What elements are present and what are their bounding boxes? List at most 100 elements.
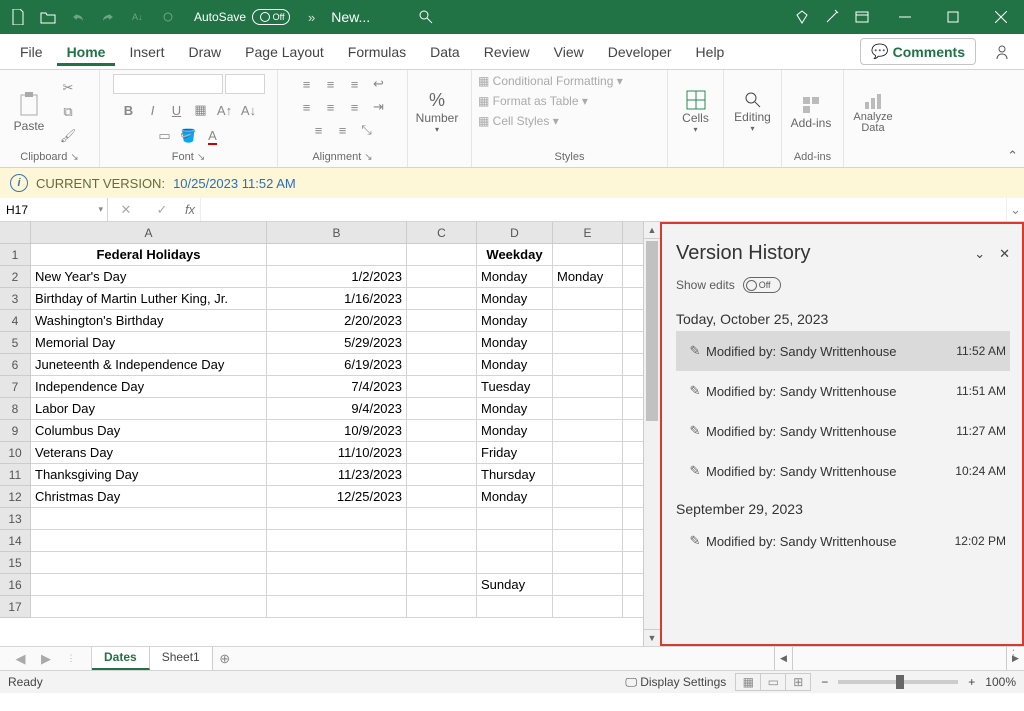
cell[interactable]: [267, 530, 407, 552]
column-header-C[interactable]: C: [407, 222, 477, 244]
row-header[interactable]: 1: [0, 244, 31, 266]
table-row[interactable]: 8Labor Day9/4/2023Monday: [0, 398, 660, 420]
table-row[interactable]: 6Juneteenth & Independence Day6/19/2023M…: [0, 354, 660, 376]
new-sheet-button[interactable]: ⊕: [213, 647, 237, 670]
cell[interactable]: [407, 354, 477, 376]
cell[interactable]: [553, 442, 623, 464]
table-row[interactable]: 12Christmas Day12/25/2023Monday: [0, 486, 660, 508]
row-header[interactable]: 2: [0, 266, 31, 288]
cell[interactable]: [407, 376, 477, 398]
share-icon[interactable]: [990, 40, 1014, 64]
wrap-text-icon[interactable]: ↩: [369, 74, 389, 94]
cell[interactable]: 11/10/2023: [267, 442, 407, 464]
underline-icon[interactable]: U: [167, 100, 187, 120]
cell[interactable]: [31, 530, 267, 552]
cell[interactable]: 1/16/2023: [267, 288, 407, 310]
alignment-launcher[interactable]: ↘: [364, 152, 372, 163]
analyze-data-button[interactable]: AnalyzeData: [850, 76, 896, 148]
row-header[interactable]: 16: [0, 574, 31, 596]
tab-developer[interactable]: Developer: [598, 38, 682, 66]
table-row[interactable]: 5Memorial Day5/29/2023Monday: [0, 332, 660, 354]
table-row[interactable]: 11Thanksgiving Day11/23/2023Thursday: [0, 464, 660, 486]
cell[interactable]: [553, 552, 623, 574]
column-header-E[interactable]: E: [553, 222, 623, 244]
sheet-nav-more-icon[interactable]: ⋮: [67, 653, 76, 664]
cell[interactable]: [267, 508, 407, 530]
cell[interactable]: Friday: [477, 442, 553, 464]
cell[interactable]: [407, 420, 477, 442]
zoom-percent[interactable]: 100%: [985, 675, 1016, 689]
sheet-nav-next-icon[interactable]: ▶: [41, 651, 51, 667]
cell[interactable]: [553, 310, 623, 332]
row-header[interactable]: 10: [0, 442, 31, 464]
cell[interactable]: [407, 486, 477, 508]
decrease-font-icon[interactable]: A↓: [239, 100, 259, 120]
cell[interactable]: [31, 552, 267, 574]
cell[interactable]: [407, 552, 477, 574]
cell[interactable]: [407, 332, 477, 354]
cell[interactable]: Monday: [477, 266, 553, 288]
table-row[interactable]: 14: [0, 530, 660, 552]
clipboard-launcher[interactable]: ↘: [70, 152, 78, 163]
column-header-D[interactable]: D: [477, 222, 553, 244]
tab-page-layout[interactable]: Page Layout: [235, 38, 334, 66]
cells-button[interactable]: Cells▾: [674, 76, 717, 148]
cell[interactable]: [553, 596, 623, 618]
cell[interactable]: Weekday: [477, 244, 553, 266]
search-icon[interactable]: [416, 7, 436, 27]
page-break-view-icon[interactable]: ⊞: [785, 673, 811, 691]
cell[interactable]: Monday: [477, 354, 553, 376]
table-row[interactable]: 13: [0, 508, 660, 530]
cell[interactable]: 1/2/2023: [267, 266, 407, 288]
version-item[interactable]: ✎Modified by: Sandy Writtenhouse11:27 AM: [676, 411, 1010, 451]
cell[interactable]: 10/9/2023: [267, 420, 407, 442]
version-item[interactable]: ✎Modified by: Sandy Writtenhouse12:02 PM: [676, 521, 1010, 561]
cell[interactable]: 9/4/2023: [267, 398, 407, 420]
collapse-panel-icon[interactable]: ⌄: [974, 246, 985, 262]
italic-icon[interactable]: I: [143, 100, 163, 120]
cell[interactable]: [267, 244, 407, 266]
row-header[interactable]: 11: [0, 464, 31, 486]
cell[interactable]: [477, 508, 553, 530]
undo-icon[interactable]: [66, 5, 90, 29]
tab-help[interactable]: Help: [686, 38, 735, 66]
display-settings-button[interactable]: 🖵 Display Settings: [625, 675, 726, 690]
row-header[interactable]: 14: [0, 530, 31, 552]
cell[interactable]: Columbus Day: [31, 420, 267, 442]
version-item[interactable]: ✎Modified by: Sandy Writtenhouse11:52 AM: [676, 331, 1010, 371]
open-file-icon[interactable]: [36, 5, 60, 29]
copy-icon[interactable]: ⧉: [58, 102, 78, 122]
cell[interactable]: [407, 288, 477, 310]
cell[interactable]: Christmas Day: [31, 486, 267, 508]
fill-color-icon[interactable]: 🪣: [179, 126, 199, 146]
close-button[interactable]: [978, 0, 1024, 34]
close-panel-icon[interactable]: ✕: [999, 246, 1010, 262]
cell[interactable]: Veterans Day: [31, 442, 267, 464]
number-format-button[interactable]: %Number▾: [414, 76, 460, 148]
cell[interactable]: [553, 398, 623, 420]
cell[interactable]: [553, 288, 623, 310]
document-title[interactable]: New...: [331, 9, 370, 25]
table-row[interactable]: 7Independence Day7/4/2023Tuesday: [0, 376, 660, 398]
align-top-icon[interactable]: ≡: [297, 74, 317, 94]
conditional-formatting-button[interactable]: ▦ Conditional Formatting ▾: [478, 74, 623, 88]
cell[interactable]: 12/25/2023: [267, 486, 407, 508]
cut-icon[interactable]: ✂: [58, 78, 78, 98]
cell[interactable]: [31, 596, 267, 618]
cell[interactable]: [407, 266, 477, 288]
cell[interactable]: [553, 376, 623, 398]
cell[interactable]: Washington's Birthday: [31, 310, 267, 332]
name-box[interactable]: H17▾: [0, 198, 108, 221]
addins-button[interactable]: Add-ins: [788, 76, 834, 148]
paste-button[interactable]: Paste: [6, 76, 52, 148]
cell[interactable]: [477, 596, 553, 618]
row-header[interactable]: 9: [0, 420, 31, 442]
cancel-formula-icon[interactable]: ✕: [108, 198, 144, 221]
cell[interactable]: Birthday of Martin Luther King, Jr.: [31, 288, 267, 310]
vertical-scrollbar[interactable]: ▲▼: [643, 222, 660, 646]
cell[interactable]: 2/20/2023: [267, 310, 407, 332]
cell[interactable]: [553, 530, 623, 552]
redo-icon[interactable]: [96, 5, 120, 29]
row-header[interactable]: 3: [0, 288, 31, 310]
cell[interactable]: [267, 574, 407, 596]
